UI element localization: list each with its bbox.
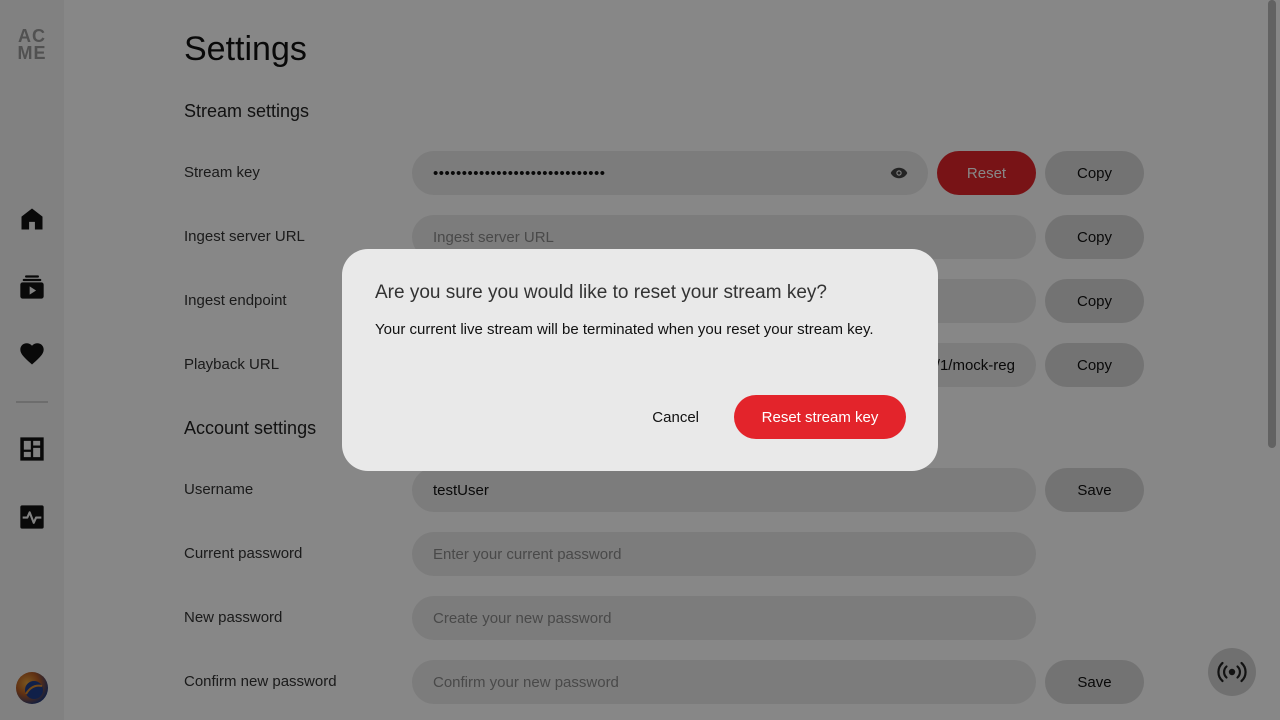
dialog-message: Your current live stream will be termina… [375, 321, 874, 338]
reset-stream-key-dialog: Are you sure you would like to reset you… [342, 249, 938, 471]
cancel-button[interactable]: Cancel [652, 395, 699, 439]
confirm-reset-stream-key-button[interactable]: Reset stream key [734, 395, 906, 439]
dialog-title: Are you sure you would like to reset you… [375, 282, 827, 303]
dialog-actions: Cancel Reset stream key [652, 395, 906, 439]
